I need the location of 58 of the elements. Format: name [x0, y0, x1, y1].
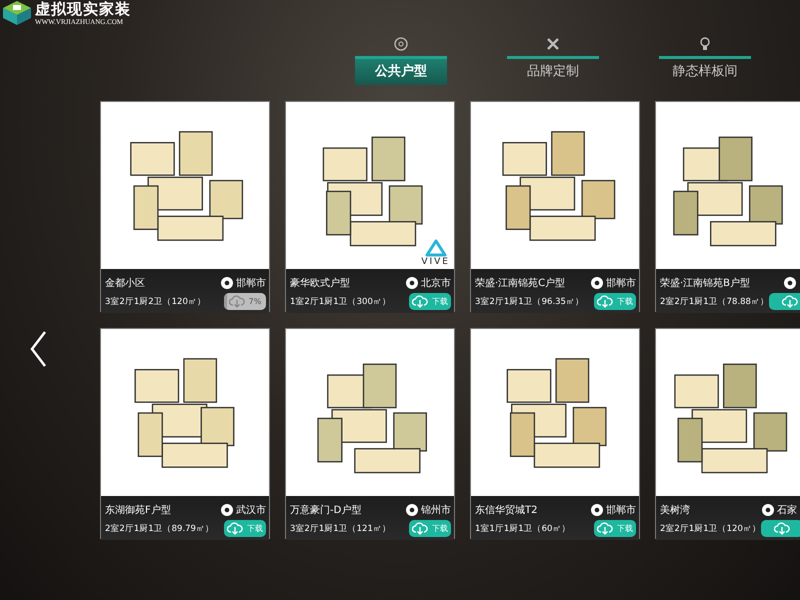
tab[interactable]: 静态样板间 [659, 56, 751, 85]
tab[interactable]: 品牌定制 [507, 56, 599, 85]
tab[interactable]: 公共户型 [355, 56, 447, 85]
logo-icon [2, 0, 32, 26]
location-pin-icon [761, 502, 775, 516]
room-spec: 1室2厅1厨1卫（300㎡） [290, 296, 391, 308]
badge-text: VIVE [421, 257, 450, 267]
card[interactable]: 东信华贸城T2 邯郸市 1室1厅1厨1卫（60㎡） 下载 [470, 328, 640, 539]
cloud-download-icon [782, 295, 798, 308]
download-button[interactable] [760, 520, 800, 537]
card[interactable]: 美树湾 石家 2室2厅1厨1卫（120㎡） [655, 328, 800, 539]
card-title: 美树湾 [660, 504, 690, 516]
location-text: 邯郸市 [236, 276, 266, 290]
room-spec: 3室2厅1厨2卫（120㎡） [105, 296, 206, 308]
cloud-download-icon [412, 295, 428, 308]
location-text: 武汉市 [236, 504, 266, 516]
room-spec: 2室2厅1厨1卫（78.88㎡） [660, 296, 769, 308]
location-pin-icon [220, 276, 234, 290]
room-spec: 1室1厅1厨1卫（60㎡） [475, 522, 570, 534]
card-title: 金都小区 [105, 276, 145, 290]
location-text: 邯郸市 [606, 504, 636, 516]
location-pin-icon [590, 502, 604, 516]
location-text: 邯郸市 [606, 276, 636, 290]
location-pin-icon [590, 276, 604, 290]
card[interactable]: 万意豪门-D户型 锦州市 3室2厅1厨1卫（121㎡） 下载 [285, 328, 455, 539]
download-progress[interactable]: 7% [224, 293, 266, 310]
card-title: 荣盛·江南锦苑C户型 [475, 276, 566, 290]
card-title: 万意豪门-D户型 [290, 504, 362, 516]
room-spec: 3室2厅1厨1卫（121㎡） [290, 522, 391, 534]
location-pin-icon [405, 502, 419, 516]
location-text: 北京市 [421, 276, 451, 290]
triangle-logo-icon [424, 239, 447, 257]
card-title: 荣盛·江南锦苑B户型 [660, 276, 750, 290]
cloud-download-icon [227, 522, 243, 535]
logo-title: 虚拟现实家装 [35, 0, 131, 18]
card[interactable]: 荣盛·江南锦苑C户型 邯郸市 3室2厅1厨1卫（96.35㎡） 下载 [470, 101, 640, 312]
card[interactable]: VIVE 豪华欧式户型 北京市 1室2厅1厨1卫（300㎡） 下载 [285, 101, 455, 312]
location-text: 石家 [777, 504, 797, 516]
location-text: 锦州市 [421, 504, 451, 516]
cloud-download-icon [228, 295, 245, 308]
location-pin-icon [783, 276, 797, 290]
room-spec: 2室2厅1厨1卫（120㎡） [660, 522, 761, 534]
download-button[interactable] [768, 293, 800, 310]
chevron-left-icon[interactable] [29, 330, 47, 368]
card-title: 东信华贸城T2 [475, 504, 538, 516]
card[interactable]: 荣盛·江南锦苑B户型 2室2厅1厨1卫（78.88㎡） [655, 101, 800, 312]
card[interactable]: 金都小区 邯郸市 3室2厅1厨2卫（120㎡） 7% [100, 101, 270, 312]
card[interactable]: 东湖御苑F户型 武汉市 2室2厅1厨1卫（89.79㎡） 下载 [100, 328, 270, 539]
room-spec: 2室2厅1厨1卫（89.79㎡） [105, 522, 214, 534]
cloud-download-icon [597, 522, 613, 535]
cloud-download-icon [774, 522, 790, 535]
card-title: 豪华欧式户型 [290, 276, 350, 290]
cloud-download-icon [597, 295, 613, 308]
cloud-download-icon [412, 522, 428, 535]
room-spec: 3室2厅1厨1卫（96.35㎡） [475, 296, 584, 308]
card-title: 东湖御苑F户型 [105, 504, 171, 516]
location-pin-icon [405, 276, 419, 290]
location-pin-icon [220, 502, 234, 516]
